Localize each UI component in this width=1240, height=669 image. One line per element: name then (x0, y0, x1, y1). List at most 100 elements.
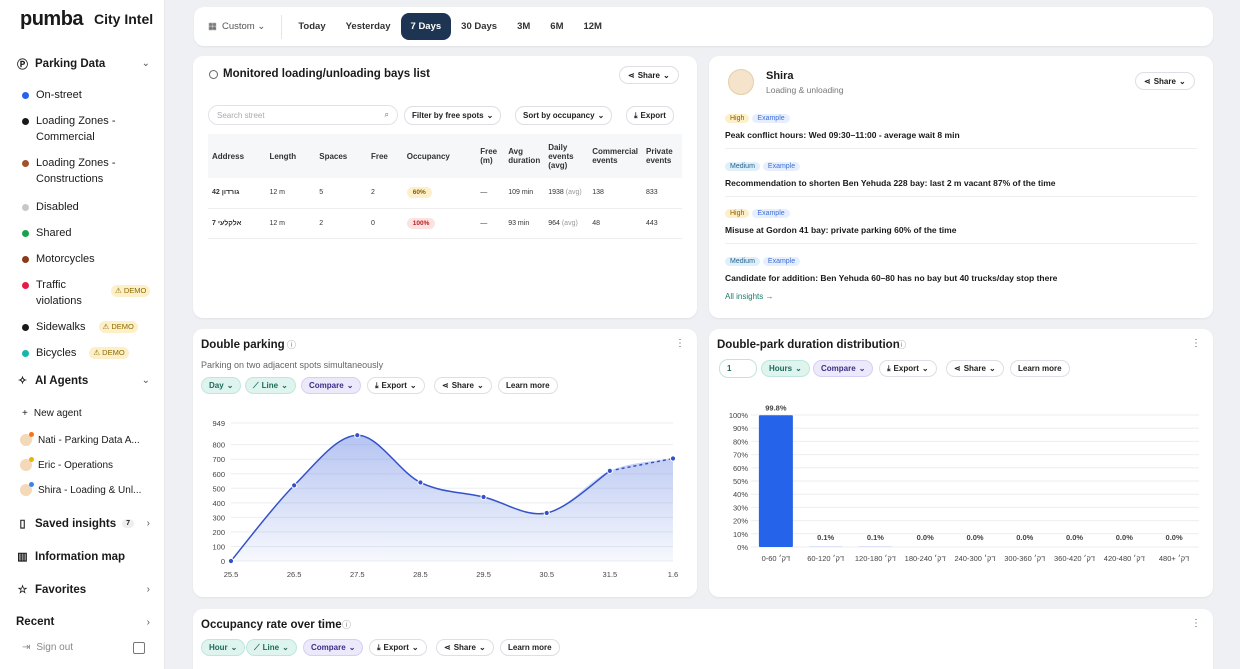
sort-occupancy-dropdown[interactable]: Sort by occupancy ⌄ (515, 106, 613, 125)
compare-dropdown[interactable]: Compare ⌄ (813, 360, 874, 377)
share-button[interactable]: ⋖ Share ⌄ (436, 639, 494, 656)
info-icon[interactable]: ⓘ (897, 338, 906, 351)
section-information-map[interactable]: ▥ Information map (16, 550, 150, 564)
col-free-m[interactable]: Free (m) (476, 134, 505, 178)
compare-dropdown[interactable]: Compare ⌄ (301, 377, 362, 394)
cell-private: 443 (642, 208, 682, 239)
export-button[interactable]: ⤓ Export ⌄ (879, 360, 937, 377)
insight-item[interactable]: High Example Peak conflict hours: Wed 09:… (725, 107, 1197, 149)
insight-item[interactable]: High Example Misuse at Gordon 41 bay: pri… (725, 202, 1197, 244)
section-favorites[interactable]: ☆ Favorites › (16, 583, 150, 597)
sidebar-item-motorcycles[interactable]: Motorcycles (22, 251, 162, 267)
unit-dropdown[interactable]: Hours ⌄ (761, 360, 810, 377)
chart-type-dropdown[interactable]: ⟋ Line ⌄ (246, 639, 297, 656)
agent-label: Nati - Parking Data A... (38, 434, 140, 446)
col-daily-events[interactable]: Daily events (avg) (544, 134, 589, 178)
data-label: 0.1% (867, 533, 884, 542)
x-tick-label: 25.5 (224, 570, 239, 579)
layer-color-dot (22, 160, 29, 167)
section-ai-agents[interactable]: ✧ AI Agents ⌄ (16, 374, 150, 388)
export-button[interactable]: ⤓ Export ⌄ (367, 377, 425, 394)
agent-item-nati[interactable]: Nati - Parking Data A... (20, 432, 140, 446)
sidebar-item-shared[interactable]: Shared (22, 225, 162, 241)
x-tick-label: 60-120 דק׳ (807, 554, 844, 563)
data-label: 0.0% (1116, 533, 1133, 542)
learn-more-button[interactable]: Learn more (500, 639, 560, 656)
section-parking-data[interactable]: Ⓟ Parking Data ⌄ (16, 57, 150, 71)
sidebar-item-disabled[interactable]: Disabled (22, 199, 162, 215)
insight-item[interactable]: Medium Example Candidate for addition: Be… (725, 250, 1197, 290)
range-30-days[interactable]: 30 Days (451, 13, 507, 40)
share-button[interactable]: ⋖ Share ⌄ (1135, 72, 1195, 90)
custom-range-dropdown[interactable]: ▦ Custom ⌄ (208, 13, 275, 40)
new-agent-button[interactable]: + New agent (22, 408, 82, 419)
export-button[interactable]: ⤓ Export ⌄ (369, 639, 427, 656)
more-menu-icon[interactable]: ⋮ (1191, 338, 1201, 349)
duration-number-input[interactable]: 1 (719, 359, 757, 378)
cell-length: 12 m (265, 178, 316, 209)
granularity-dropdown[interactable]: Day ⌄ (201, 377, 242, 394)
sidebar-item-loading-commercial[interactable]: Loading Zones - Commercial (22, 113, 162, 145)
y-tick-label: 400 (212, 499, 225, 508)
col-free[interactable]: Free (366, 134, 403, 178)
col-private-events[interactable]: Private events (642, 134, 682, 178)
compare-dropdown[interactable]: Compare ⌄ (303, 639, 364, 656)
learn-more-button[interactable]: Learn more (1010, 360, 1070, 377)
range-12m[interactable]: 12M (573, 13, 611, 40)
granularity-dropdown[interactable]: Hour ⌄ (201, 639, 246, 656)
share-button[interactable]: ⋖ Share ⌄ (946, 360, 1004, 377)
search-input[interactable]: Search street ⌕ (208, 105, 398, 125)
col-address[interactable]: Address (208, 134, 266, 178)
pill-label: Line (262, 643, 280, 652)
sidebar-item-loading-constructions[interactable]: Loading Zones - Constructions (22, 155, 162, 187)
table-row[interactable]: גורדון 42 12 m 5 2 60% — 109 min 1938 (a… (208, 178, 682, 209)
range-yesterday[interactable]: Yesterday (336, 13, 401, 40)
more-menu-icon[interactable]: ⋮ (1191, 618, 1201, 629)
insight-item[interactable]: Medium Example Recommendation to shorten … (725, 155, 1197, 197)
custom-label: Custom (221, 21, 255, 32)
col-spaces[interactable]: Spaces (315, 134, 367, 178)
cell-free: 0 (366, 208, 403, 239)
share-button[interactable]: ⋖ Share ⌄ (434, 377, 492, 394)
col-commercial-events[interactable]: Commercial events (588, 134, 642, 178)
col-avg-duration[interactable]: Avg duration (504, 134, 545, 178)
all-insights-link[interactable]: All insights → (725, 292, 773, 301)
cell-address: גורדון 42 (208, 178, 266, 209)
table-row[interactable]: אלקלעי 7 12 m 2 0 100% — 93 min 964 (avg… (208, 208, 682, 239)
sidebar-item-bicycles[interactable]: Bicycles ⚠ DEMO (22, 345, 162, 361)
export-button[interactable]: ⤓ Export (626, 106, 674, 125)
collapse-sidebar-icon[interactable] (133, 642, 145, 654)
section-saved-insights[interactable]: ▯ Saved insights 7 › (16, 517, 150, 531)
range-7-days[interactable]: 7 Days (400, 13, 452, 40)
cell-length: 12 m (265, 208, 316, 239)
range-6m[interactable]: 6M (540, 13, 573, 40)
more-menu-icon[interactable]: ⋮ (675, 338, 685, 349)
col-length[interactable]: Length (265, 134, 316, 178)
agent-item-shira[interactable]: Shira - Loading & Unl... (20, 482, 141, 496)
share-button[interactable]: ⋖ Share ⌄ (619, 66, 679, 84)
brand-logo[interactable]: pumba (20, 8, 84, 31)
download-icon: ⤓ (375, 380, 379, 390)
example-tag: Example (752, 209, 790, 218)
filter-free-spots-dropdown[interactable]: Filter by free spots ⌄ (404, 106, 502, 125)
agent-name: Shira (766, 70, 794, 82)
info-icon[interactable]: ⓘ (342, 618, 351, 631)
layer-color-dot (22, 350, 29, 357)
cell-spaces: 5 (315, 178, 367, 209)
learn-more-button[interactable]: Learn more (498, 377, 558, 394)
info-icon[interactable]: ⓘ (287, 338, 296, 351)
section-recent[interactable]: Recent › (16, 616, 150, 628)
chart-type-dropdown[interactable]: ⟋ Line ⌄ (245, 377, 296, 394)
range-3m[interactable]: 3M (507, 13, 540, 40)
sidebar-item-traffic-violations[interactable]: Traffic violations ⚠ DEMO (22, 277, 162, 309)
sidebar-item-on-street[interactable]: On-street (22, 87, 162, 103)
col-occupancy[interactable]: Occupancy (402, 134, 477, 178)
sidebar-item-sidewalks[interactable]: Sidewalks ⚠ DEMO (22, 319, 162, 335)
shira-insights-card: Shira Loading & unloading ⋖ Share ⌄ High Ex… (709, 56, 1213, 318)
sign-out-button[interactable]: ⇥ Sign out (22, 642, 73, 653)
x-tick-label: 120-180 דק׳ (855, 554, 896, 563)
y-tick-label: 600 (212, 470, 225, 479)
agent-item-eric[interactable]: Eric - Operations (20, 457, 113, 471)
x-tick-label: 240-300 דק׳ (954, 554, 995, 563)
range-today[interactable]: Today (288, 13, 335, 40)
